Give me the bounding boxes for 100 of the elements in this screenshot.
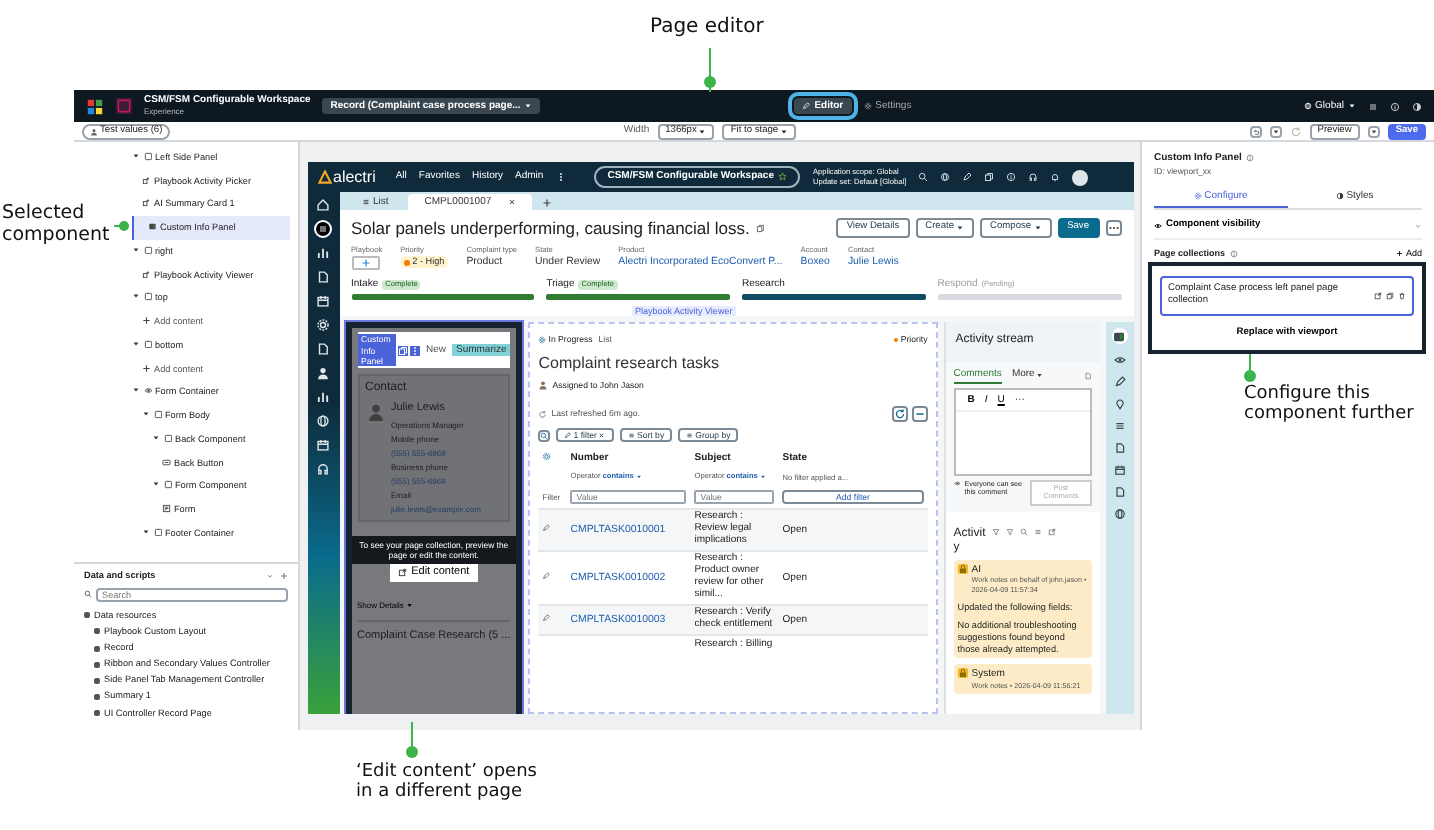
chart-icon[interactable] xyxy=(316,246,330,260)
close-icon xyxy=(597,430,608,441)
pencil-icon[interactable] xyxy=(1113,376,1126,389)
component-icon xyxy=(142,175,151,185)
list-icon xyxy=(686,431,694,439)
edit-icon[interactable] xyxy=(542,571,551,580)
external-icon xyxy=(398,568,408,578)
plus-icon xyxy=(1396,249,1404,257)
caret-icon[interactable] xyxy=(1367,125,1380,137)
styles-icon xyxy=(1336,192,1345,201)
settings-icon xyxy=(1194,191,1203,200)
undo-icon[interactable] xyxy=(1249,125,1262,137)
eye-icon xyxy=(953,479,961,487)
toggle-icon[interactable] xyxy=(1368,101,1378,111)
bullet-icon xyxy=(84,612,90,619)
add-tab-icon[interactable] xyxy=(541,197,552,207)
brand-name: alectri xyxy=(333,167,376,187)
bullet-icon xyxy=(94,693,100,700)
doc-icon[interactable] xyxy=(1113,486,1126,499)
pin-icon[interactable] xyxy=(1113,398,1126,411)
edit-icon[interactable] xyxy=(542,614,551,623)
collapse-icon[interactable] xyxy=(911,405,928,422)
theme-icon[interactable] xyxy=(1412,101,1422,111)
bullet-icon xyxy=(94,709,100,716)
help-icon[interactable] xyxy=(1390,101,1400,111)
delete-icon[interactable] xyxy=(1398,292,1406,301)
avatar-icon xyxy=(1072,169,1089,185)
calendar-icon[interactable] xyxy=(1113,464,1126,477)
component-icon xyxy=(142,269,151,279)
lock-icon xyxy=(957,668,968,679)
container-icon xyxy=(143,245,152,255)
eye-icon xyxy=(143,386,152,396)
info-icon xyxy=(1245,154,1254,163)
headset-icon[interactable] xyxy=(1028,172,1039,182)
bell-icon[interactable] xyxy=(1050,172,1061,182)
caret-icon xyxy=(759,474,766,481)
callout-line xyxy=(702,48,718,92)
experience-icon xyxy=(116,98,132,114)
gear-icon[interactable] xyxy=(316,318,330,332)
pencil-icon xyxy=(802,102,811,110)
component-icon xyxy=(142,198,151,208)
globe-icon[interactable] xyxy=(1113,508,1126,521)
refresh-icon[interactable] xyxy=(891,405,908,422)
avatar-icon xyxy=(365,401,385,422)
caret-icon xyxy=(780,127,789,135)
list-icon xyxy=(627,431,635,439)
callout-line xyxy=(404,722,420,760)
close-icon xyxy=(505,196,517,208)
callout-label: Page editor xyxy=(650,16,764,39)
caret-icon xyxy=(1348,102,1356,110)
refresh-icon xyxy=(538,409,548,419)
caret-icon xyxy=(698,127,707,135)
caret-icon xyxy=(1033,224,1042,233)
container-icon xyxy=(143,339,152,349)
copy-icon[interactable] xyxy=(1386,292,1394,301)
info-icon[interactable] xyxy=(1006,172,1017,182)
caret-icon xyxy=(635,474,642,481)
caret-icon xyxy=(405,601,413,609)
container-icon xyxy=(153,527,162,537)
form-icon xyxy=(162,504,171,514)
external-icon[interactable] xyxy=(1374,292,1382,301)
callout-label: Configure this component further xyxy=(1244,384,1416,426)
doc-icon[interactable] xyxy=(1113,442,1126,455)
globe-icon xyxy=(1303,102,1312,110)
filter-icon[interactable] xyxy=(1005,527,1014,536)
callout-label: ‘Edit content’ opens in a different page xyxy=(356,762,539,804)
chart-icon[interactable] xyxy=(316,390,330,404)
container-icon xyxy=(153,410,162,420)
add-icon xyxy=(142,363,151,373)
avatar-icon xyxy=(538,379,549,390)
callout-label: Selected component xyxy=(2,204,112,248)
info-icon xyxy=(1229,249,1238,258)
bullet-icon xyxy=(94,677,100,684)
home-icon[interactable] xyxy=(316,198,330,212)
list-icon[interactable] xyxy=(316,222,330,236)
eye-icon[interactable] xyxy=(1113,354,1126,367)
callout-line xyxy=(1242,354,1258,382)
document-icon[interactable] xyxy=(1083,371,1092,380)
list-icon[interactable] xyxy=(1113,420,1126,433)
add-icon[interactable] xyxy=(280,571,288,580)
edit-icon[interactable] xyxy=(542,523,551,532)
panel-icon xyxy=(148,222,157,232)
container-icon xyxy=(163,480,172,490)
caret-icon xyxy=(956,224,965,233)
lock-icon xyxy=(957,564,968,575)
more-icon[interactable] xyxy=(1105,220,1121,237)
caret-icon xyxy=(1036,371,1044,379)
container-icon xyxy=(163,433,172,443)
star-icon xyxy=(777,172,787,182)
more-icon[interactable] xyxy=(409,345,420,356)
record-title: Solar panels underperforming, causing financial loss. xyxy=(351,218,750,240)
container-icon xyxy=(143,152,152,161)
headset-icon[interactable] xyxy=(316,462,330,476)
settings-icon xyxy=(863,102,872,110)
add-icon xyxy=(142,316,151,326)
expand-icon[interactable] xyxy=(1047,527,1056,536)
panel-icon[interactable] xyxy=(1111,328,1128,345)
settings-icon[interactable] xyxy=(542,451,552,461)
app-logo-icon xyxy=(86,97,104,115)
caret-icon[interactable] xyxy=(1269,125,1282,137)
